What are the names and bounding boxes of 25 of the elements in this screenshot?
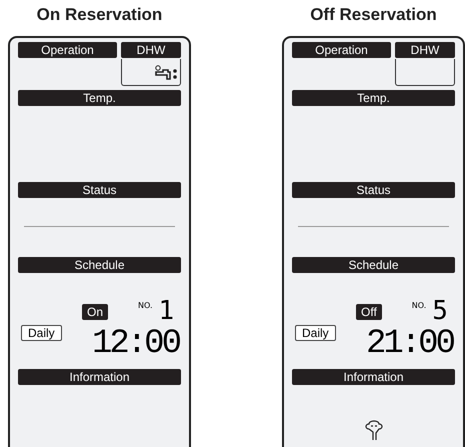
operation-label: Operation [18, 42, 117, 58]
mode-badge: Off [356, 304, 382, 320]
operation-label: Operation [292, 42, 391, 58]
status-label: Status [292, 182, 455, 198]
temp-label: Temp. [18, 90, 181, 106]
time-display: 12:00 [92, 327, 179, 361]
number-label: NO. [412, 301, 426, 310]
number-label: NO. [138, 301, 153, 310]
repeat-badge: Daily [295, 325, 336, 341]
time-display: 21:00 [366, 327, 453, 361]
program-number: 1 [158, 299, 174, 323]
schedule-label: Schedule [292, 257, 455, 273]
status-label: Status [18, 182, 181, 198]
faucet-icon [154, 64, 178, 80]
information-label: Information [292, 369, 455, 385]
panel-title: On Reservation [36, 4, 164, 26]
panel-title: Off Reservation [309, 4, 438, 26]
schedule-label: Schedule [18, 257, 181, 273]
dhw-label: DHW [121, 42, 181, 58]
mode-badge: On [82, 304, 108, 320]
temp-label: Temp. [292, 90, 455, 106]
dhw-label: DHW [395, 42, 455, 58]
program-number: 5 [432, 299, 448, 323]
information-label: Information [18, 369, 181, 385]
repeat-badge: Daily [21, 325, 62, 341]
